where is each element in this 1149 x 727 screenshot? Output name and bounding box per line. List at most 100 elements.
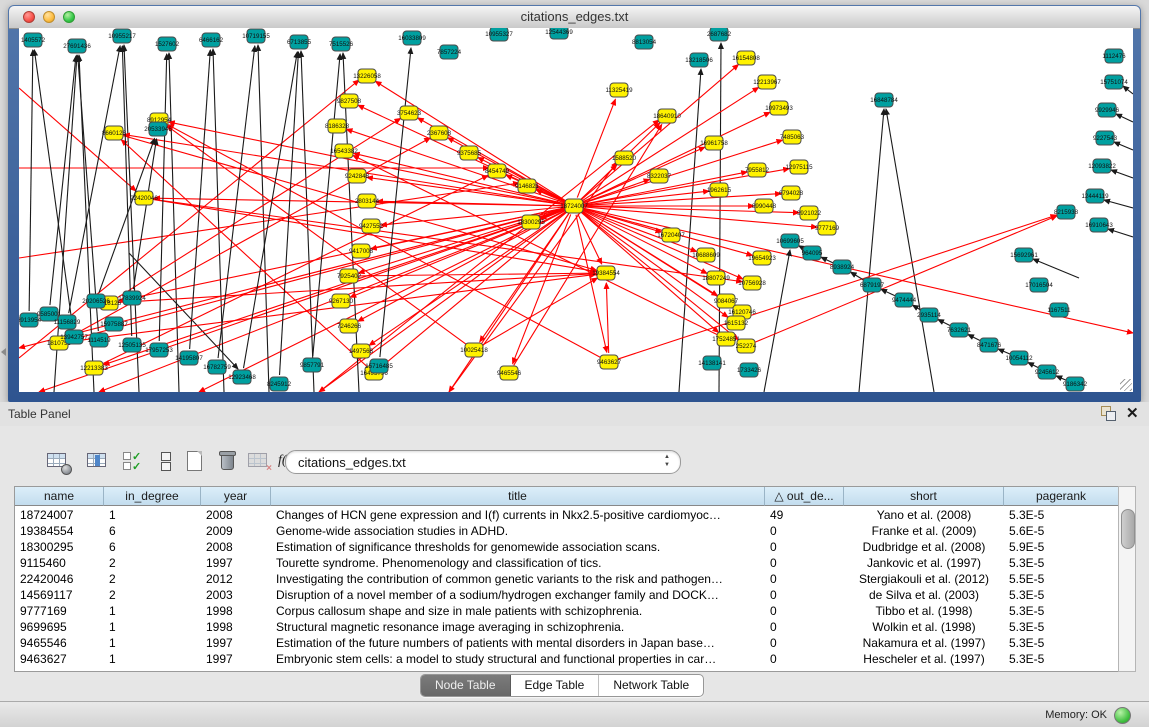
graph-node[interactable]: 8813054 [632, 35, 657, 49]
graph-node[interactable]: 1615132 [724, 316, 749, 330]
graph-node[interactable]: 17016504 [1025, 278, 1053, 292]
new-table-icon[interactable] [182, 448, 208, 474]
graph-node[interactable]: 10955327 [485, 28, 513, 41]
graph-node[interactable]: 10955217 [108, 29, 136, 43]
table-cell[interactable]: 5.3E-5 [1004, 555, 1119, 571]
graph-node[interactable]: 2935114 [917, 308, 941, 322]
graph-node[interactable]: 2687682 [707, 28, 732, 41]
table-cell[interactable]: Wolkin et al. (1998) [844, 619, 1004, 635]
table-cell[interactable]: 5.3E-5 [1004, 603, 1119, 619]
graph-node[interactable]: 6466162 [199, 33, 224, 47]
graph-node[interactable]: 252274 [736, 339, 757, 353]
graph-node[interactable]: 11156829 [54, 315, 81, 329]
table-cell[interactable]: 1 [104, 619, 201, 635]
graph-node[interactable]: 6713855 [287, 35, 312, 49]
graph-node[interactable]: 19384554 [592, 266, 620, 280]
table-cell[interactable]: Tourette syndrome. Phenomenology and cla… [271, 555, 765, 571]
node-attribute-table[interactable]: namein_degreeyeartitle△ out_de...shortpa… [14, 486, 1120, 672]
table-cell[interactable]: 9465546 [15, 635, 104, 651]
table-cell[interactable]: 14569117 [15, 587, 104, 603]
table-cell[interactable]: Dudbridge et al. (2008) [844, 539, 1004, 555]
graph-node[interactable]: 10756928 [738, 276, 766, 290]
table-cell[interactable]: 5.3E-5 [1004, 635, 1119, 651]
table-cell[interactable]: 1998 [201, 619, 271, 635]
table-cell[interactable]: 9115460 [15, 555, 104, 571]
graph-node[interactable]: 9827508 [337, 94, 362, 108]
citation-network-graph[interactable]: 1872400713226058982750881863281654338292… [19, 28, 1133, 392]
graph-node[interactable]: 964095 [802, 246, 823, 260]
table-cell[interactable]: 5.5E-5 [1004, 571, 1119, 587]
table-cell[interactable]: 5.3E-5 [1004, 587, 1119, 603]
table-cell[interactable]: 5.3E-5 [1004, 651, 1119, 667]
graph-node[interactable]: 9929946 [1095, 103, 1120, 117]
graph-node[interactable]: 9427552 [359, 219, 384, 233]
table-selector-dropdown[interactable]: citations_edges.txt ▲▼ [285, 450, 681, 474]
table-cell[interactable]: 2009 [201, 523, 271, 539]
network-view-window[interactable]: citations_edges.txt 18724007132260589827… [8, 5, 1141, 402]
table-cell[interactable]: 2 [104, 587, 201, 603]
table-cell[interactable]: 0 [765, 635, 844, 651]
table-cell[interactable]: 1 [104, 651, 201, 667]
graph-node[interactable]: 7925402 [337, 269, 362, 283]
graph-node[interactable]: 10719155 [242, 29, 270, 43]
graph-node[interactable]: 9242848 [345, 169, 370, 183]
graph-node[interactable]: 17839924 [118, 291, 146, 305]
graph-node[interactable]: 17957253 [145, 343, 173, 357]
graph-node[interactable]: 8471676 [977, 338, 1002, 352]
network-window-titlebar[interactable]: citations_edges.txt [9, 6, 1140, 29]
table-cell[interactable]: Genome-wide association studies in ADHD. [271, 523, 765, 539]
graph-node[interactable]: 13218506 [685, 53, 713, 67]
graph-node[interactable]: 1588520 [612, 151, 637, 165]
table-cell[interactable]: 0 [765, 651, 844, 667]
table-cell[interactable]: Corpus callosum shape and size in male p… [271, 603, 765, 619]
graph-node[interactable]: 1527602 [155, 37, 180, 51]
tab-network-table[interactable]: Network Table [599, 675, 703, 696]
graph-node[interactable]: 9245612 [1035, 365, 1060, 379]
table-cell[interactable]: 18724007 [15, 507, 104, 523]
graph-node[interactable]: 12544369 [545, 28, 573, 39]
graph-node[interactable]: 12923468 [228, 370, 256, 384]
graph-node[interactable]: 27691436 [63, 39, 91, 53]
graph-node[interactable]: 7515526 [329, 37, 354, 51]
table-cell[interactable]: Tibbo et al. (1998) [844, 603, 1004, 619]
graph-node[interactable]: 8215938 [1054, 205, 1079, 219]
table-cell[interactable]: 6 [104, 523, 201, 539]
table-cell[interactable]: 49 [765, 507, 844, 523]
table-cell[interactable]: 22420046 [15, 571, 104, 587]
table-vertical-scrollbar[interactable] [1118, 486, 1136, 672]
graph-node[interactable]: 9375685 [457, 146, 482, 160]
column-header-title[interactable]: title [271, 487, 765, 506]
table-cell[interactable]: Jankovic et al. (1997) [844, 555, 1004, 571]
table-cell[interactable]: 0 [765, 571, 844, 587]
graph-node[interactable]: 2367608 [427, 126, 452, 140]
table-cell[interactable]: 2 [104, 571, 201, 587]
graph-node[interactable]: 9417008 [349, 244, 374, 258]
table-cell[interactable]: 0 [765, 523, 844, 539]
graph-node[interactable]: 10025418 [460, 343, 488, 357]
network-canvas[interactable]: 1872400713226058982750881863281654338292… [19, 28, 1133, 392]
column-header-in_degree[interactable]: in_degree [104, 487, 201, 506]
graph-node[interactable]: 9857791 [300, 358, 325, 372]
graph-node[interactable]: 3754623 [397, 106, 422, 120]
float-panel-icon[interactable] [1101, 406, 1115, 420]
graph-node[interactable]: 8990448 [752, 199, 777, 213]
scrollbar-thumb[interactable] [1121, 509, 1135, 549]
tab-edge-table[interactable]: Edge Table [511, 675, 600, 696]
graph-node[interactable]: 9463627 [597, 355, 622, 369]
graph-node[interactable]: 8938924 [830, 260, 855, 274]
table-cell[interactable]: 18300295 [15, 539, 104, 555]
graph-node[interactable]: 10688609 [692, 248, 720, 262]
select-columns-icon[interactable] [85, 448, 111, 474]
table-settings-icon[interactable] [45, 448, 71, 474]
table-cell[interactable]: Stergiakouli et al. (2012) [844, 571, 1004, 587]
column-header-name[interactable]: name [15, 487, 104, 506]
table-cell[interactable]: Estimation of significance thresholds fo… [271, 539, 765, 555]
table-cell[interactable]: 1 [104, 635, 201, 651]
graph-node[interactable]: 12505135 [118, 338, 146, 352]
graph-node[interactable]: 16782759 [203, 360, 231, 374]
graph-node[interactable]: 16033809 [398, 31, 426, 45]
table-cell[interactable]: 9699695 [15, 619, 104, 635]
graph-node[interactable]: 9267130 [329, 294, 354, 308]
graph-node[interactable]: 15975887 [100, 317, 128, 331]
graph-node[interactable]: 12444119 [1081, 189, 1109, 203]
